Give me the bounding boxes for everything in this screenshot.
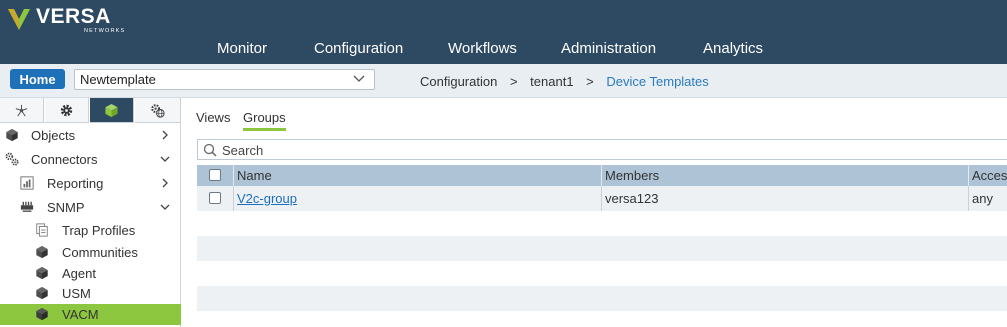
- empty-row: [197, 261, 1007, 286]
- sidebar-item-label: Objects: [31, 128, 76, 143]
- empty-row: [197, 236, 1007, 261]
- main-panel: Views Groups Search Name Members Access …: [182, 98, 1007, 327]
- members-value: versa123: [605, 191, 659, 206]
- sidebar-tab-topology[interactable]: [0, 98, 44, 123]
- brand-tagline: NETWORKS: [84, 28, 126, 34]
- nav-administration[interactable]: Administration: [561, 40, 656, 57]
- cell-name: V2c-group: [233, 186, 601, 211]
- template-select[interactable]: Newtemplate: [74, 69, 375, 90]
- table-row[interactable]: V2c-group versa123 any: [197, 186, 1007, 211]
- sidebar: Objects Connectors Reporting SNMP Trap P…: [0, 98, 181, 327]
- context-bar: Home Newtemplate Configuration > tenant1…: [0, 64, 1007, 98]
- chevron-right-icon[interactable]: [160, 178, 170, 188]
- sidebar-item-label: VACM: [62, 307, 99, 322]
- cube-icon: [105, 103, 118, 117]
- chart-icon: [20, 176, 34, 190]
- sidebar-item-snmp[interactable]: SNMP: [0, 196, 181, 219]
- search-icon: [203, 143, 217, 157]
- sidebar-item-communities[interactable]: Communities: [0, 242, 181, 263]
- sidebar-item-connectors[interactable]: Connectors: [0, 148, 181, 171]
- sidebar-item-vacm[interactable]: VACM: [0, 304, 181, 325]
- sidebar-item-label: Trap Profiles: [62, 223, 136, 238]
- sidebar-item-label: Connectors: [31, 152, 98, 167]
- sidebar-tabs: [0, 98, 181, 123]
- topology-icon: [15, 104, 28, 116]
- access-value: any: [972, 191, 993, 206]
- sidebar-item-label: Communities: [62, 245, 138, 260]
- chevron-down-icon[interactable]: [160, 154, 170, 164]
- nav-monitor[interactable]: Monitor: [217, 40, 267, 57]
- cube-icon: [36, 266, 48, 280]
- brand-name: VERSA: [36, 5, 111, 28]
- sidebar-tab-services[interactable]: [135, 98, 181, 123]
- sidebar-item-trap-profiles[interactable]: Trap Profiles: [0, 220, 181, 241]
- sidebar-item-label: SNMP: [47, 200, 85, 215]
- sidebar-item-label: Agent: [62, 266, 96, 281]
- chevron-down-icon[interactable]: [160, 202, 170, 212]
- top-header: VERSA NETWORKS Monitor Configuration Wor…: [0, 0, 1007, 64]
- sidebar-tab-settings[interactable]: [45, 98, 89, 123]
- empty-row: [197, 311, 1007, 327]
- column-header-access[interactable]: Access: [968, 165, 1007, 186]
- chevron-down-icon: [353, 75, 365, 82]
- row-checkbox[interactable]: [209, 192, 221, 204]
- sidebar-item-objects[interactable]: Objects: [0, 124, 181, 147]
- sidebar-item-label: USM: [62, 286, 91, 301]
- sidebar-item-agent[interactable]: Agent: [0, 263, 181, 284]
- breadcrumb: Configuration > tenant1 > Device Templat…: [420, 74, 709, 89]
- gear-globe-icon: [151, 103, 165, 118]
- column-access-label: Access: [972, 168, 1007, 183]
- sidebar-item-reporting[interactable]: Reporting: [0, 172, 181, 195]
- breadcrumb-tenant[interactable]: tenant1: [530, 74, 573, 89]
- column-header-members[interactable]: Members: [601, 165, 968, 186]
- sidebar-tab-objects[interactable]: [90, 98, 134, 123]
- cube-icon: [36, 307, 48, 321]
- tab-groups[interactable]: Groups: [243, 110, 286, 131]
- table-header: Name Members Access: [197, 165, 1007, 186]
- select-all-checkbox[interactable]: [209, 169, 221, 181]
- column-members-label: Members: [605, 168, 660, 183]
- empty-row: [197, 286, 1007, 311]
- nav-configuration[interactable]: Configuration: [314, 40, 403, 57]
- versa-logo[interactable]: VERSA NETWORKS: [6, 6, 125, 36]
- cube-icon: [36, 286, 48, 300]
- gears-icon: [5, 152, 19, 166]
- breadcrumb-configuration[interactable]: Configuration: [420, 74, 497, 89]
- sidebar-item-label: Reporting: [47, 176, 104, 191]
- document-icon: [36, 223, 48, 237]
- versa-logo-icon: [8, 9, 30, 30]
- column-name-label: Name: [237, 168, 272, 183]
- cube-icon: [6, 128, 18, 142]
- nav-workflows[interactable]: Workflows: [448, 40, 517, 57]
- cell-access: any: [968, 186, 1007, 211]
- breadcrumb-separator: >: [586, 74, 594, 89]
- cell-members: versa123: [601, 186, 968, 211]
- search-placeholder: Search: [222, 143, 264, 158]
- template-select-value: Newtemplate: [80, 72, 156, 87]
- switch-icon: [20, 201, 34, 212]
- empty-row: [197, 211, 1007, 236]
- sidebar-item-usm[interactable]: USM: [0, 283, 181, 304]
- breadcrumb-device-templates[interactable]: Device Templates: [606, 74, 708, 89]
- gear-icon: [60, 104, 73, 116]
- search-input[interactable]: Search: [197, 139, 1007, 160]
- column-header-name[interactable]: Name: [233, 165, 601, 186]
- nav-analytics[interactable]: Analytics: [703, 40, 763, 57]
- group-name-link[interactable]: V2c-group: [237, 191, 297, 206]
- cube-icon: [36, 245, 48, 259]
- tab-views[interactable]: Views: [196, 110, 230, 125]
- home-button[interactable]: Home: [10, 69, 65, 89]
- chevron-right-icon[interactable]: [160, 130, 170, 140]
- breadcrumb-separator: >: [509, 74, 518, 89]
